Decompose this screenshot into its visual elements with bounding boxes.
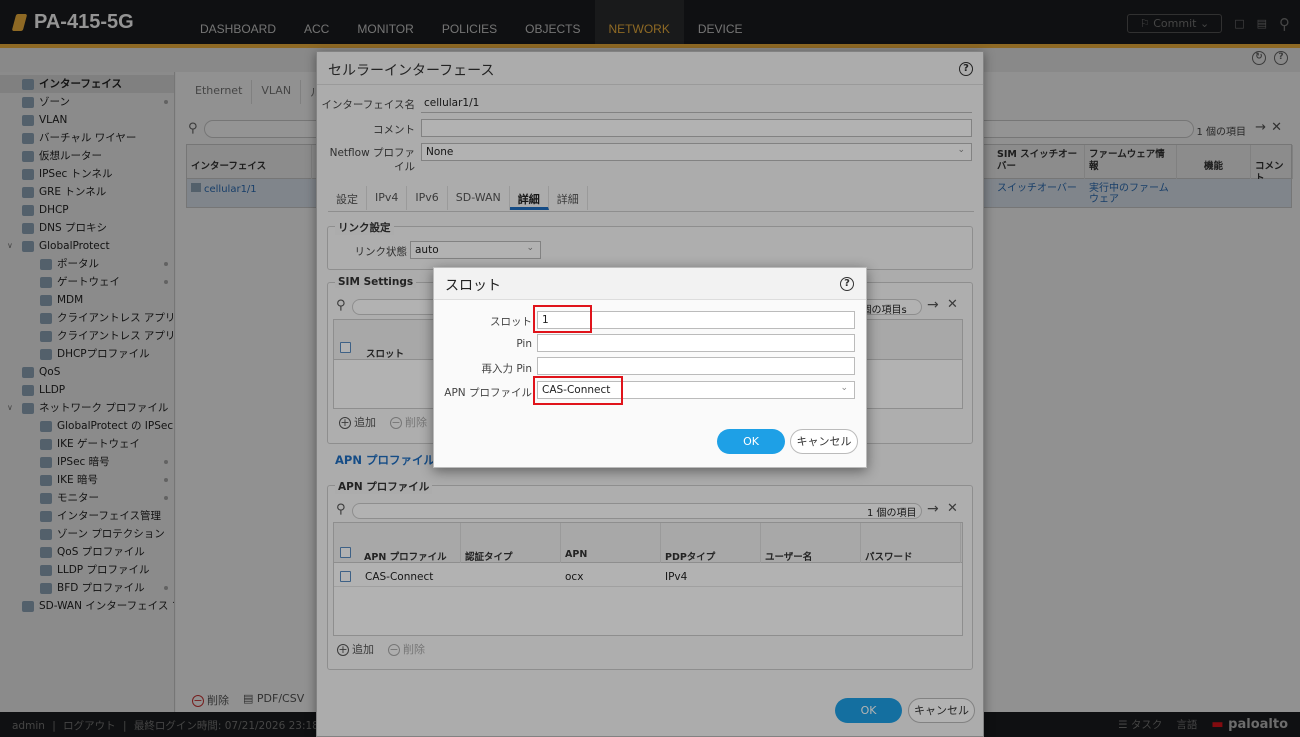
chevron-down-icon: ⌄: [840, 383, 848, 393]
apn-profile-label: APN プロファイル: [444, 387, 532, 399]
repin-input[interactable]: [537, 357, 855, 375]
slot-highlight-box: [533, 305, 592, 333]
pin-input[interactable]: [537, 334, 855, 352]
slot-help-icon[interactable]: ?: [840, 277, 854, 291]
slot-label: スロット: [490, 316, 532, 328]
slot-dialog: スロット ? スロット 1 Pin 再入力 Pin APN プロファイル CAS…: [433, 267, 867, 468]
apn-highlight-box: [533, 376, 623, 405]
slot-cancel-button[interactable]: キャンセル: [790, 429, 858, 454]
slot-ok-button[interactable]: OK: [717, 429, 785, 454]
slot-dialog-title: スロット: [434, 268, 866, 300]
pin-label: Pin: [516, 338, 532, 350]
repin-label: 再入力 Pin: [481, 363, 532, 375]
